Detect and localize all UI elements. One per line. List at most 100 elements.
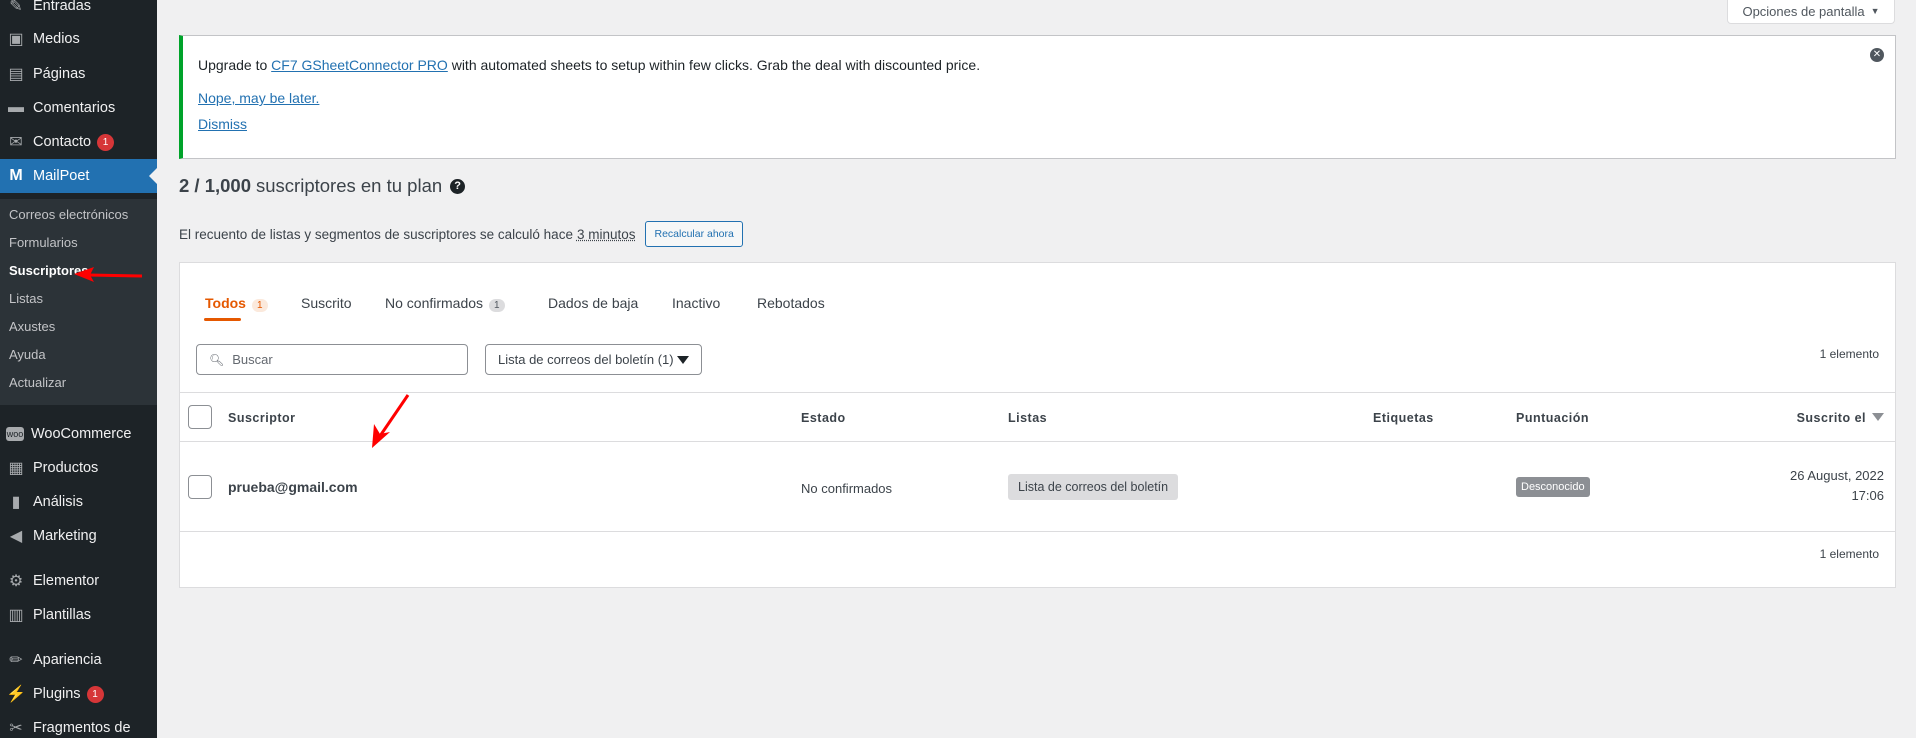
menu-entradas[interactable]: ✎ Entradas	[0, 0, 157, 23]
item-count-bottom: 1 elemento	[1819, 547, 1879, 561]
menu-woocommerce[interactable]: woo WooCommerce	[0, 417, 157, 451]
tab-rebotados[interactable]: Rebotados	[757, 295, 825, 311]
row-checkbox[interactable]	[188, 475, 212, 499]
menu-productos[interactable]: ▦ Productos	[0, 451, 157, 485]
col-subscriber[interactable]: Suscriptor	[228, 411, 296, 425]
list-filter-select[interactable]: Lista de correos del boletín (1)	[485, 344, 702, 375]
menu-apariencia[interactable]: ✏ Apariencia	[0, 643, 157, 677]
subscribed-date-day: 26 August, 2022	[1790, 468, 1884, 483]
screen-options-label: Opciones de pantalla	[1742, 3, 1865, 19]
notice-pro-link[interactable]: CF7 GSheetConnector PRO	[271, 57, 448, 73]
tab-count: 1	[251, 299, 268, 312]
subscribed-date: 26 August, 2022 17:06	[1790, 466, 1884, 506]
notice-text-after: with automated sheets to setup within fe…	[447, 57, 981, 73]
woo-icon: woo	[6, 427, 24, 441]
menu-label: Contacto	[33, 134, 92, 150]
subscriber-list-tag: Lista de correos del boletín	[1008, 474, 1179, 500]
menu-contacto[interactable]: ✉ Contacto 1	[0, 125, 157, 159]
menu-plantillas[interactable]: ▥ Plantillas	[0, 598, 157, 632]
plan-summary: 2 / 1,000 suscriptores en tu plan ?	[179, 175, 466, 197]
subscriber-status: No confirmados	[801, 481, 893, 496]
table-row: prueba@gmail.com No confirmados Lista de…	[180, 442, 1895, 532]
help-icon[interactable]: ?	[450, 178, 466, 194]
menu-paginas[interactable]: ▤ Páginas	[0, 57, 157, 91]
templates-icon: ▥	[8, 607, 24, 624]
mailpoet-icon: M	[9, 167, 23, 184]
list-filter-value: Lista de correos del boletín (1)	[498, 352, 674, 367]
tab-suscrito[interactable]: Suscrito	[301, 295, 352, 311]
subscriber-email[interactable]: prueba@gmail.com	[228, 479, 358, 495]
tab-label: Todos	[205, 295, 246, 311]
menu-label: Comentarios	[33, 100, 116, 116]
menu-elementor[interactable]: ⚙ Elementor	[0, 564, 157, 598]
admin-sidebar: ✎ Entradas ▣ Medios ▤ Páginas ▬ Comentar…	[0, 0, 157, 738]
tab-label: No confirmados	[385, 295, 484, 311]
menu-label: MailPoet	[33, 168, 90, 184]
submenu-listas[interactable]: Listas	[9, 291, 43, 306]
subscriber-score-badge: Desconocido	[1516, 477, 1590, 497]
menu-label: Elementor	[33, 573, 100, 589]
tab-dados-de-baja[interactable]: Dados de baja	[548, 295, 638, 311]
col-score[interactable]: Puntuación	[1516, 411, 1589, 425]
plan-count: 2 / 1,000	[179, 175, 252, 196]
menu-label: Apariencia	[33, 652, 102, 668]
menu-label: Medios	[33, 31, 80, 47]
annotation-arrow-icon	[74, 267, 143, 282]
recalculate-button[interactable]: Recalcular ahora	[645, 221, 743, 247]
pages-icon: ▤	[8, 66, 24, 83]
active-tab-underline	[204, 318, 241, 321]
menu-label: Análisis	[33, 494, 83, 510]
notice-dismiss-link[interactable]: Dismiss	[198, 116, 247, 132]
item-count-top: 1 elemento	[1819, 347, 1879, 361]
pin-icon: ✎	[9, 0, 23, 15]
mailpoet-submenu: Correos electrónicos Formularios Suscrip…	[0, 199, 157, 405]
table-header: Suscriptor Estado Listas Etiquetas Puntu…	[180, 392, 1895, 442]
recount-line: El recuento de listas y segmentos de sus…	[179, 221, 743, 247]
menu-medios[interactable]: ▣ Medios	[0, 22, 157, 56]
active-indicator	[149, 168, 157, 184]
menu-label: WooCommerce	[31, 426, 132, 442]
col-lists: Listas	[1008, 411, 1048, 425]
submenu-ayuda[interactable]: Ayuda	[9, 347, 46, 362]
close-icon[interactable]: ✕	[1870, 48, 1884, 62]
search-input[interactable]: 🔍︎ Buscar	[196, 344, 468, 375]
caret-down-icon	[677, 356, 689, 364]
comments-icon: ▬	[8, 99, 24, 116]
menu-mailpoet[interactable]: M MailPoet	[0, 159, 157, 193]
sort-desc-icon	[1872, 413, 1884, 421]
tab-inactivo[interactable]: Inactivo	[672, 295, 720, 311]
notice-later-link[interactable]: Nope, may be later.	[198, 90, 319, 106]
select-all-checkbox[interactable]	[188, 405, 212, 429]
plan-text: suscriptores en tu plan	[256, 175, 443, 196]
notification-badge: 1	[97, 133, 115, 151]
menu-plugins[interactable]: ⚡ Plugins 1	[0, 677, 157, 711]
brush-icon: ✏	[9, 652, 23, 669]
media-icon: ▣	[8, 31, 24, 48]
menu-fragmentos[interactable]: ✂ Fragmentos de	[0, 711, 157, 738]
menu-label: Fragmentos de	[33, 720, 131, 736]
menu-label: Marketing	[33, 528, 97, 544]
notice-later-row: Nope, may be later.	[198, 90, 319, 106]
caret-down-icon: ▼	[1870, 6, 1880, 16]
notice-text: Upgrade to CF7 GSheetConnector PRO with …	[198, 57, 980, 73]
screen-options-button[interactable]: Opciones de pantalla ▼	[1727, 0, 1895, 24]
submenu-formularios[interactable]: Formularios	[9, 235, 78, 250]
menu-analisis[interactable]: ▮ Análisis	[0, 485, 157, 519]
submenu-actualizar[interactable]: Actualizar	[9, 375, 66, 390]
products-icon: ▦	[8, 460, 24, 477]
menu-label: Páginas	[33, 66, 86, 82]
menu-label: Plugins	[33, 686, 81, 702]
tab-no-confirmados[interactable]: No confirmados 1	[385, 295, 505, 312]
submenu-correos[interactable]: Correos electrónicos	[9, 207, 128, 222]
col-subscribed-on[interactable]: Suscrito el	[1797, 411, 1884, 425]
plugin-icon: ⚡	[6, 686, 26, 703]
menu-comentarios[interactable]: ▬ Comentarios	[0, 91, 157, 125]
notification-badge: 1	[86, 685, 104, 703]
col-status[interactable]: Estado	[801, 411, 846, 425]
submenu-axustes[interactable]: Axustes	[9, 319, 55, 334]
elementor-icon: ⚙	[8, 573, 24, 590]
col-subscribed-label: Suscrito el	[1796, 411, 1866, 425]
mail-icon: ✉	[9, 134, 23, 151]
menu-marketing[interactable]: ◀ Marketing	[0, 519, 157, 553]
tab-todos[interactable]: Todos 1	[205, 295, 268, 312]
